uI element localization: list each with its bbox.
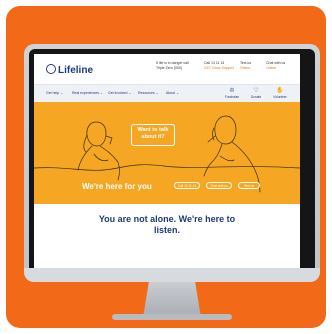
text-button[interactable]: Text us (238, 182, 260, 189)
fundraise-button[interactable]: ♔ Fundraise (222, 88, 242, 99)
text-link[interactable]: Text us Online (240, 61, 251, 70)
nav-item-real-experiences[interactable]: Real experiences ⌄ (72, 91, 103, 95)
donate-icon: ♡ (253, 88, 259, 94)
nav-item-get-involved[interactable]: Get involved ⌄ (108, 91, 131, 95)
website-screen: Lifeline If life is in danger call Tripl… (34, 54, 300, 272)
main-nav: Get help ⌄ Real experiences ⌄ Get involv… (34, 84, 300, 103)
hero-banner: Want to talk about it? We're here for yo… (34, 102, 300, 204)
crisis-notice: If life is in danger call Triple Zero (0… (156, 61, 189, 70)
volunteer-icon: ✋ (276, 88, 284, 94)
monitor-stand (143, 282, 201, 318)
monitor-base (112, 314, 232, 320)
chat-link[interactable]: Chat with us Online (266, 61, 285, 70)
orange-background: Lifeline If life is in danger call Tripl… (6, 6, 326, 328)
tagline: You are not alone. We're here to listen. (98, 214, 236, 235)
monitor: Lifeline If life is in danger call Tripl… (24, 44, 320, 282)
chat-button[interactable]: Chat with us (206, 182, 232, 189)
nav-item-get-help[interactable]: Get help ⌄ (46, 91, 63, 95)
donate-button[interactable]: ♡ Donate (246, 88, 266, 99)
call-button[interactable]: Call 13 11 14 (174, 182, 200, 189)
hero-title: We're here for you (82, 182, 152, 191)
crown-icon: ♔ (229, 88, 235, 94)
nav-item-resources[interactable]: Resources ⌄ (138, 91, 159, 95)
site-header: Lifeline If life is in danger call Tripl… (34, 54, 300, 84)
people-talking-illustration (34, 115, 300, 193)
nav-item-about[interactable]: About ⌄ (166, 91, 179, 95)
talk-speech-bubble: Want to talk about it? (131, 124, 175, 146)
monitor-chin (24, 268, 320, 282)
call-link[interactable]: Call 13 11 14 24/7 Crisis Support (204, 61, 234, 70)
volunteer-button[interactable]: ✋ Volunteer (270, 88, 290, 99)
lifeline-logo-icon (46, 64, 56, 74)
lifeline-logo[interactable]: Lifeline (46, 64, 93, 76)
